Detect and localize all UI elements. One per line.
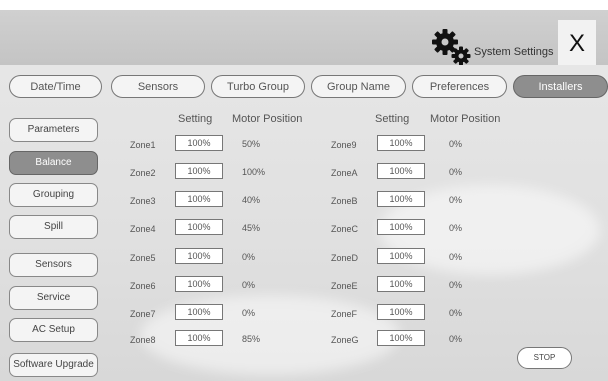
- zone-label: Zone2: [130, 168, 156, 178]
- zone-label: Zone8: [130, 335, 156, 345]
- sidebar-item-service[interactable]: Service: [9, 286, 98, 310]
- motor-position-value: 0%: [449, 195, 463, 205]
- sidebar-item-balance[interactable]: Balance: [9, 151, 98, 175]
- tab-date-time[interactable]: Date/Time: [9, 75, 102, 98]
- motor-position-value: 0%: [449, 308, 463, 318]
- zone-setting-field[interactable]: 100%: [175, 248, 223, 264]
- sidebar-item-sensors[interactable]: Sensors: [9, 253, 98, 277]
- tab-sensors[interactable]: Sensors: [111, 75, 205, 98]
- content-area: Date/Time Sensors Turbo Group Group Name…: [0, 65, 608, 381]
- motor-position-value: 50%: [242, 139, 261, 149]
- system-settings-screen: System Settings X Date/Time Sensors Turb…: [0, 0, 608, 381]
- zone-setting-field[interactable]: 100%: [175, 163, 223, 179]
- zone-label: Zone4: [130, 224, 156, 234]
- sidebar-item-grouping[interactable]: Grouping: [9, 183, 98, 207]
- zone-setting-field[interactable]: 100%: [175, 304, 223, 320]
- zone-setting-field[interactable]: 100%: [377, 304, 425, 320]
- motor-position-column-header: Motor Position: [430, 113, 501, 125]
- zone-label: Zone6: [130, 281, 156, 291]
- setting-column-header: Setting: [375, 113, 410, 125]
- zone-setting-field[interactable]: 100%: [175, 276, 223, 292]
- setting-column-header: Setting: [178, 113, 213, 125]
- motor-position-value: 0%: [449, 280, 463, 290]
- tab-bar: Date/Time Sensors Turbo Group Group Name…: [0, 75, 608, 101]
- zone-setting-field[interactable]: 100%: [377, 135, 425, 151]
- motor-position-value: 0%: [242, 252, 256, 262]
- tab-group-name[interactable]: Group Name: [311, 75, 406, 98]
- zone-label: Zone9: [331, 140, 357, 150]
- motor-position-value: 0%: [449, 252, 463, 262]
- title-bar: System Settings: [0, 10, 608, 66]
- zone-setting-field[interactable]: 100%: [175, 330, 223, 346]
- zone-label: ZoneG: [331, 335, 359, 345]
- motor-position-value: 0%: [242, 308, 256, 318]
- motor-position-value: 0%: [449, 223, 463, 233]
- zone-setting-field[interactable]: 100%: [377, 191, 425, 207]
- zone-setting-field[interactable]: 100%: [175, 135, 223, 151]
- zone-label: Zone3: [130, 196, 156, 206]
- sidebar-item-software-upgrade[interactable]: Software Upgrade: [9, 353, 98, 377]
- motor-position-value: 0%: [449, 334, 463, 344]
- page-title: System Settings: [474, 46, 554, 58]
- zone-label: ZoneB: [331, 196, 358, 206]
- zone-setting-field[interactable]: 100%: [377, 330, 425, 346]
- zone-label: ZoneD: [331, 253, 359, 263]
- motor-position-column-header: Motor Position: [232, 113, 303, 125]
- stop-button[interactable]: STOP: [517, 347, 572, 369]
- sidebar-item-spill[interactable]: Spill: [9, 215, 98, 239]
- zone-label: ZoneA: [331, 168, 358, 178]
- motor-position-value: 100%: [242, 167, 266, 177]
- motor-position-value: 0%: [449, 139, 463, 149]
- motor-position-value: 40%: [242, 195, 261, 205]
- zone-setting-field[interactable]: 100%: [377, 219, 425, 235]
- motor-position-value: 0%: [449, 167, 463, 177]
- zone-setting-field[interactable]: 100%: [377, 276, 425, 292]
- gears-icon: [432, 29, 471, 66]
- zone-label: ZoneE: [331, 281, 358, 291]
- tab-preferences[interactable]: Preferences: [412, 75, 507, 98]
- tab-installers[interactable]: Installers: [513, 75, 608, 98]
- zone-setting-field[interactable]: 100%: [175, 219, 223, 235]
- zone-label: ZoneF: [331, 309, 358, 319]
- zone-setting-field[interactable]: 100%: [377, 248, 425, 264]
- sidebar-item-parameters[interactable]: Parameters: [9, 118, 98, 142]
- zone-setting-field[interactable]: 100%: [377, 163, 425, 179]
- zone-label: ZoneC: [331, 224, 359, 234]
- close-button[interactable]: X: [558, 20, 596, 65]
- zone-setting-field[interactable]: 100%: [175, 191, 223, 207]
- tab-turbo-group[interactable]: Turbo Group: [211, 75, 305, 98]
- motor-position-value: 0%: [242, 280, 256, 290]
- motor-position-value: 45%: [242, 223, 261, 233]
- zone-label: Zone7: [130, 309, 156, 319]
- sidebar-item-ac-setup[interactable]: AC Setup: [9, 318, 98, 342]
- zone-label: Zone1: [130, 140, 156, 150]
- motor-position-value: 85%: [242, 334, 261, 344]
- zone-label: Zone5: [130, 253, 156, 263]
